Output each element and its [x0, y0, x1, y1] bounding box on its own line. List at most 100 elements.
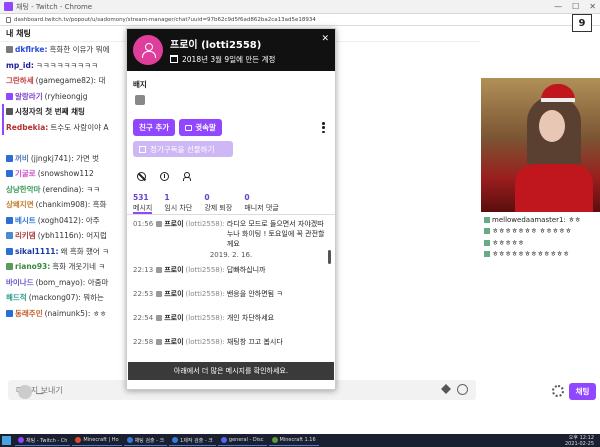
chat-username[interactable]: 바이나드	[6, 277, 34, 288]
ban-icon[interactable]	[137, 171, 146, 181]
gift-sub-button[interactable]: 정기구독을 선물하기	[133, 141, 233, 157]
taskbar-item-label: general - Disc	[228, 437, 264, 443]
stream-video[interactable]	[481, 78, 600, 212]
tab-timeouts[interactable]: 1 임시 차단	[164, 193, 192, 214]
user-avatar-icon[interactable]	[18, 385, 32, 399]
chat-username[interactable]: 해드적	[6, 292, 27, 303]
chat-username[interactable]: dkflrke:	[15, 45, 48, 54]
timeout-icon[interactable]	[160, 171, 169, 181]
user-card: 프로이 (lotti2558) 2018년 3월 9일에 만든 계정 ✕ 배지 …	[126, 28, 336, 390]
taskbar-item[interactable]: general - Disc	[217, 435, 267, 446]
app-icon	[220, 437, 227, 443]
message-badge-icon	[156, 315, 163, 321]
close-card-button[interactable]: ✕	[321, 34, 329, 44]
history-scrollbar[interactable]	[328, 250, 331, 264]
chat-line: dkflrke: 흑화한 이유가 뭐에	[6, 42, 134, 58]
chat-username[interactable]: 동래주민	[15, 308, 43, 319]
chat-message-text: (naimunk5): ㅎㅎ	[44, 308, 107, 318]
account-created: 2018년 3월 9일에 만든 계정	[170, 54, 275, 65]
chat-username[interactable]: 상왜지면	[6, 199, 34, 210]
account-created-text: 2018년 3월 9일에 만든 계정	[182, 54, 276, 64]
chat-message-text: (gamegame82): 대	[35, 76, 106, 86]
user-display-name[interactable]: 프로이 (lotti2558)	[170, 36, 275, 51]
message-time: 22:58	[133, 338, 154, 346]
chat-username[interactable]: 꺼비	[15, 153, 29, 164]
chat-username[interactable]: 알랑라기	[15, 91, 43, 102]
user-badge-icon[interactable]	[6, 154, 13, 162]
chat-username[interactable]: 베시트	[15, 215, 36, 226]
card-action-row: 친구 추가 귓속말	[127, 107, 335, 137]
user-badge-icon[interactable]	[6, 247, 13, 255]
stat-messages-label: 메시지	[133, 204, 153, 212]
add-friend-button[interactable]: 친구 추가	[133, 119, 176, 136]
whisper-button[interactable]: 귓속말	[179, 119, 222, 136]
taskbar-item-label: Minecraft 1.16	[279, 437, 316, 443]
user-badge-icon[interactable]	[6, 309, 13, 317]
tab-bans[interactable]: 0 강제 퇴장	[204, 193, 232, 214]
message-text: 답빠하십니까	[226, 266, 266, 274]
user-message-history: 01:56 프로이 (lotti2558): 라디오 모드로 들으면서 자야겠따 누나…	[127, 215, 335, 373]
side-chat-text: ㅎㅎㅎㅎㅎㅎㅎㅎㅎㅎㅎㅎ	[492, 250, 570, 259]
user-badge-icon[interactable]	[6, 170, 13, 178]
badge-icon[interactable]	[135, 95, 145, 105]
taskbar-item[interactable]: Minecraft | Ho	[72, 435, 122, 446]
taskbar-item[interactable]: 채팅 검출 - 크	[123, 435, 168, 446]
side-chat-line: ㅎㅎㅎㅎㅎㅎㅎ ㅎㅎㅎㅎㅎ	[481, 226, 600, 238]
chat-username[interactable]: sikal1111:	[15, 247, 59, 256]
chat-line: 알랑라기 (ryhieongjg	[6, 89, 134, 105]
close-window-button[interactable]: ✕	[589, 2, 596, 11]
address-url[interactable]: dashboard.twitch.tv/popout/u/sadomony/st…	[14, 17, 434, 23]
chat-username[interactable]: 상냥한악마	[6, 184, 41, 195]
chat-message-text: 흑화한 이유가 뭐에	[49, 45, 110, 55]
message-time: 22:54	[133, 314, 154, 322]
add-moderator-icon[interactable]	[183, 171, 193, 181]
minimize-button[interactable]: —	[554, 2, 562, 11]
taskbar-item[interactable]: Minecraft 1.16	[268, 435, 319, 446]
whisper-label: 귓속말	[195, 123, 216, 132]
user-badge-icon[interactable]	[6, 46, 13, 54]
video-hat	[541, 84, 575, 102]
chat-bottom-dash: —	[36, 389, 44, 398]
more-options-icon[interactable]	[322, 122, 325, 133]
app-icon	[75, 437, 82, 443]
taskbar-item[interactable]: 채팅 - Twitch - Ch	[15, 435, 71, 446]
chat-line: 상왜지면 (chankim908): 흑화	[6, 197, 134, 213]
user-badge-icon[interactable]	[6, 263, 13, 271]
user-badge-icon[interactable]	[6, 232, 13, 240]
user-badge-icon[interactable]	[6, 92, 13, 100]
chat-message-text: (xogh0412): 아주	[37, 215, 100, 225]
taskbar-item[interactable]: 1제작 검출 - 크	[169, 435, 216, 446]
message-badge-icon	[156, 221, 163, 227]
message-nickname: 프로이	[164, 338, 184, 346]
chat-message-text: 흑화 개웃기네 ㅋ	[52, 262, 106, 272]
chat-username[interactable]: 그란하세	[6, 75, 34, 86]
chat-username[interactable]: 시청자의 첫 번째 채팅	[15, 106, 85, 117]
history-message: 22:58 프로이 (lotti2558): 채팅창 끄고 봅시다	[133, 337, 329, 349]
chat-username[interactable]: 리키댐	[15, 230, 36, 241]
chat-settings-icon[interactable]	[552, 385, 564, 397]
chat-username[interactable]: Redbekia:	[6, 123, 48, 132]
chat-username[interactable]: mp_id:	[6, 61, 34, 70]
tab-mod-comments[interactable]: 0 매니저 댓글	[244, 193, 278, 214]
tab-messages[interactable]: 531 메시지	[133, 193, 153, 214]
user-badge-icon[interactable]	[6, 216, 13, 224]
window-title: 채팅 - Twitch - Chrome	[16, 2, 93, 11]
windows-start-icon[interactable]	[2, 436, 11, 445]
address-bar[interactable]: dashboard.twitch.tv/popout/u/sadomony/st…	[0, 14, 600, 26]
chat-line: 바이나드 (bom_mayo): 아줌마	[6, 275, 134, 291]
side-chat-text: mellowedaamaster1: ㅎㅎ	[492, 215, 581, 224]
chat-username[interactable]: riano93:	[15, 262, 50, 271]
lock-icon	[6, 16, 11, 23]
user-card-header: 프로이 (lotti2558) 2018년 3월 9일에 만든 계정 ✕	[127, 29, 335, 71]
message-nickname: 프로이	[164, 290, 184, 298]
whisper-icon	[185, 124, 193, 131]
chat-username[interactable]: 기굴로	[15, 168, 36, 179]
chat-line: 그란하세 (gamegame82): 대	[6, 73, 134, 89]
maximize-button[interactable]: ☐	[572, 2, 579, 11]
message-badge-icon	[156, 339, 163, 345]
video-face	[539, 110, 565, 142]
chat-send-button[interactable]: 채팅	[569, 383, 596, 400]
user-badge-icon[interactable]	[6, 108, 13, 116]
stat-mod-comments-count: 0	[244, 193, 250, 202]
more-messages-toast[interactable]: 아래에서 더 많은 메시지를 확인하세요.	[128, 362, 334, 380]
